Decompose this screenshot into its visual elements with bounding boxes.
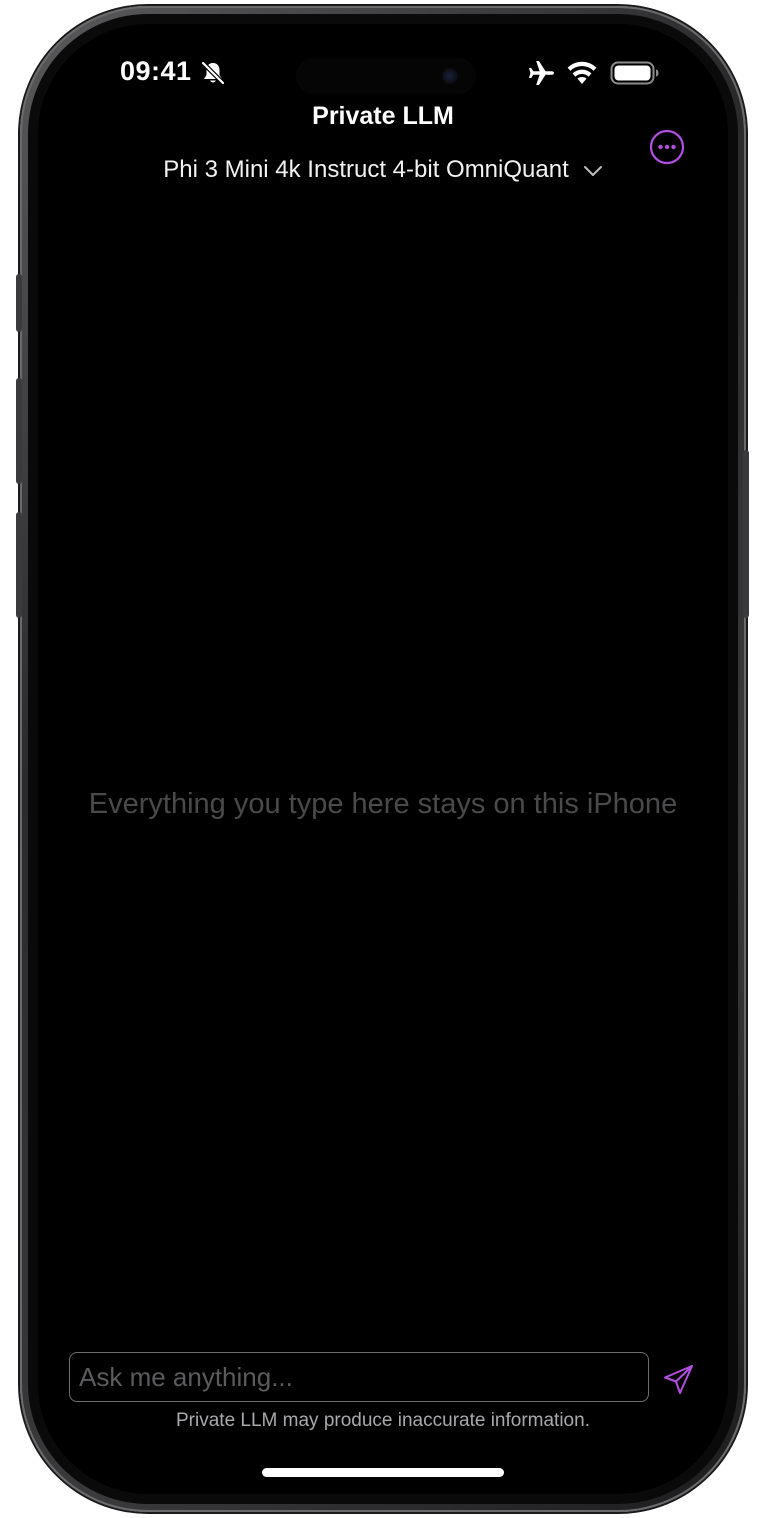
chevron-down-icon (583, 166, 602, 176)
model-selector[interactable]: Phi 3 Mini 4k Instruct 4-bit OmniQuant (38, 156, 728, 184)
battery-icon (610, 61, 659, 85)
power-button (743, 450, 749, 618)
airplane-icon (529, 61, 554, 85)
paper-plane-icon[interactable] (662, 1362, 696, 1396)
home-indicator[interactable] (262, 1468, 504, 1477)
app-title: Private LLM (312, 102, 454, 130)
bell-slash-icon (201, 61, 225, 85)
app-screen: 09:41 Private LLM Phi 3 Mini 4k Instruct… (38, 24, 728, 1494)
front-camera (442, 68, 458, 84)
action-button (16, 274, 22, 332)
disclaimer-text: Private LLM may produce inaccurate infor… (176, 1410, 590, 1431)
status-time: 09:41 (120, 56, 192, 86)
volume-up-button (16, 378, 22, 484)
wifi-icon (567, 61, 597, 84)
model-selector-label: Phi 3 Mini 4k Instruct 4-bit OmniQuant (163, 156, 569, 183)
prompt-input[interactable] (69, 1352, 649, 1402)
empty-state-message: Everything you type here stays on this i… (88, 788, 678, 820)
volume-down-button (16, 512, 22, 618)
